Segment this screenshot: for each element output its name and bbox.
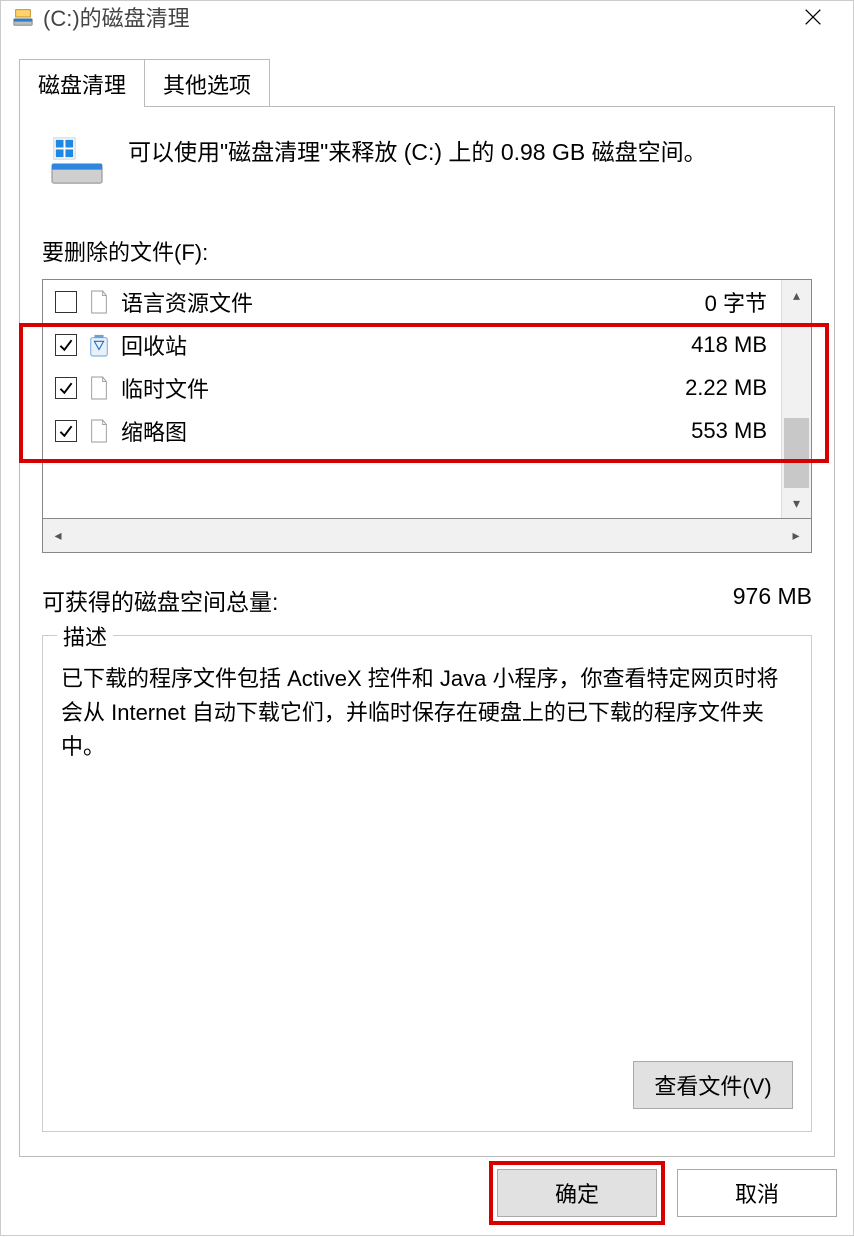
description-legend: 描述 bbox=[57, 620, 113, 652]
item-size: 418 MB bbox=[691, 332, 771, 358]
file-list: 语言资源文件0 字节回收站418 MB临时文件2.22 MB缩略图553 MB … bbox=[42, 279, 812, 519]
tab-body: 可以使用"磁盘清理"来释放 (C:) 上的 0.98 GB 磁盘空间。 要删除的… bbox=[19, 107, 835, 1157]
scroll-right-icon[interactable]: ▸ bbox=[781, 527, 811, 544]
tabs: 磁盘清理 其他选项 bbox=[19, 59, 835, 107]
item-size: 553 MB bbox=[691, 418, 771, 444]
scroll-down-icon[interactable]: ▾ bbox=[782, 488, 811, 518]
horizontal-scrollbar[interactable]: ◂ ▸ bbox=[42, 519, 812, 553]
tab-disk-cleanup[interactable]: 磁盘清理 bbox=[19, 59, 145, 107]
description-group: 描述 已下载的程序文件包括 ActiveX 控件和 Java 小程序，你查看特定… bbox=[42, 635, 812, 1132]
list-item[interactable]: 语言资源文件0 字节 bbox=[43, 280, 781, 323]
total-label: 可获得的磁盘空间总量: bbox=[42, 583, 278, 617]
item-name: 临时文件 bbox=[121, 372, 685, 404]
list-item[interactable]: 缩略图553 MB bbox=[43, 409, 781, 452]
app-icon bbox=[11, 5, 35, 29]
total-row: 可获得的磁盘空间总量: 976 MB bbox=[42, 583, 812, 617]
description-text: 已下载的程序文件包括 ActiveX 控件和 Java 小程序，你查看特定网页时… bbox=[61, 662, 793, 764]
drive-icon bbox=[48, 135, 106, 187]
info-text: 可以使用"磁盘清理"来释放 (C:) 上的 0.98 GB 磁盘空间。 bbox=[128, 135, 707, 170]
item-size: 2.22 MB bbox=[685, 375, 771, 401]
scroll-left-icon[interactable]: ◂ bbox=[43, 527, 73, 544]
close-button[interactable] bbox=[783, 1, 843, 33]
list-item[interactable]: 临时文件2.22 MB bbox=[43, 366, 781, 409]
dialog-buttons: 确定 取消 bbox=[1, 1157, 853, 1237]
total-value: 976 MB bbox=[733, 583, 812, 617]
recycle-bin-icon bbox=[87, 331, 111, 359]
scroll-thumb[interactable] bbox=[784, 418, 809, 488]
item-name: 语言资源文件 bbox=[121, 286, 705, 318]
info-row: 可以使用"磁盘清理"来释放 (C:) 上的 0.98 GB 磁盘空间。 bbox=[48, 135, 812, 187]
cancel-button[interactable]: 取消 bbox=[677, 1169, 837, 1217]
ok-button[interactable]: 确定 bbox=[497, 1169, 657, 1217]
item-name: 回收站 bbox=[121, 329, 691, 361]
vertical-scrollbar[interactable]: ▴ ▾ bbox=[781, 280, 811, 518]
file-icon bbox=[87, 374, 111, 402]
item-size: 0 字节 bbox=[705, 286, 771, 318]
tab-area: 磁盘清理 其他选项 可以使用"磁盘清理"来释放 (C:) bbox=[1, 33, 853, 1157]
view-files-button[interactable]: 查看文件(V) bbox=[633, 1061, 793, 1109]
tab-more-options[interactable]: 其他选项 bbox=[144, 59, 270, 107]
checkbox[interactable] bbox=[55, 334, 77, 356]
disk-cleanup-window: (C:)的磁盘清理 磁盘清理 其他选项 bbox=[0, 0, 854, 1236]
window-title: (C:)的磁盘清理 bbox=[43, 1, 783, 33]
checkbox[interactable] bbox=[55, 377, 77, 399]
checkbox[interactable] bbox=[55, 420, 77, 442]
file-icon bbox=[87, 417, 111, 445]
item-name: 缩略图 bbox=[121, 415, 691, 447]
list-item[interactable]: 回收站418 MB bbox=[43, 323, 781, 366]
files-label: 要删除的文件(F): bbox=[42, 235, 812, 267]
titlebar: (C:)的磁盘清理 bbox=[1, 1, 853, 33]
checkbox[interactable] bbox=[55, 291, 77, 313]
file-icon bbox=[87, 288, 111, 316]
scroll-up-icon[interactable]: ▴ bbox=[782, 280, 811, 310]
